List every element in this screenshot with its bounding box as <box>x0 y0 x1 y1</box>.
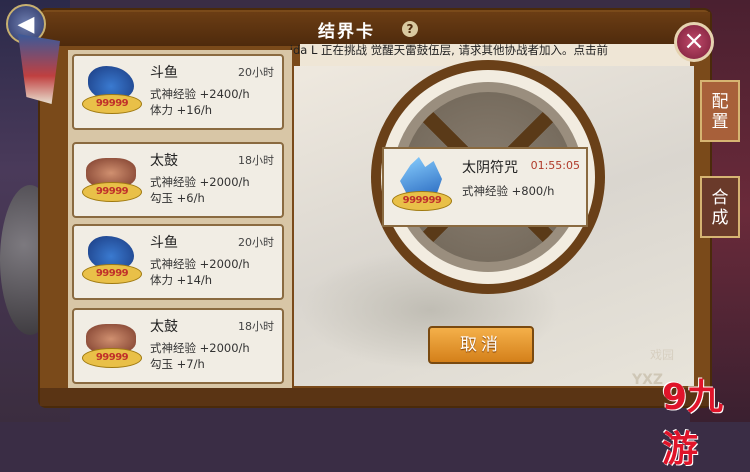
card-item[interactable]: 99999 斗鱼 20小时 式神经验 +2000/h 体力 +14/h <box>72 224 284 300</box>
active-card-bonus: 式神经验 +800/h <box>462 184 555 198</box>
tab-combine[interactable]: 合 成 <box>700 176 740 238</box>
rarity-plate: 99999 <box>82 264 142 284</box>
card-icon: 99999 <box>82 318 142 372</box>
side-tabs: 配 置 合 成 <box>696 80 746 250</box>
card-item[interactable]: 99999 太鼓 18小时 式神经验 +2000/h 勾玉 +6/h <box>72 142 284 218</box>
card-name: 斗鱼 <box>150 65 178 81</box>
card-bonus-extra: 体力 +16/h <box>150 103 213 117</box>
card-icon: 99999 <box>82 234 142 288</box>
tab-config[interactable]: 配 置 <box>700 80 740 142</box>
watermark-small: 戏园 <box>650 348 675 362</box>
card-bonus-extra: 勾玉 +7/h <box>150 357 205 371</box>
rarity-plate: 99999 <box>82 348 142 368</box>
card-icon: 99999 <box>82 64 142 118</box>
card-bonus-exp: 式神经验 +2000/h <box>150 175 250 189</box>
rarity-plate: 99999 <box>82 182 142 202</box>
card-bonus-extra: 勾玉 +6/h <box>150 191 205 205</box>
active-card-timer: 01:55:05 <box>530 159 580 172</box>
rarity-plate: 99999 <box>82 94 142 114</box>
watermark-logo: 9九游 <box>662 377 724 470</box>
card-name: 斗鱼 <box>150 235 178 251</box>
watermark: 戏园 YXZ 9九游 <box>632 344 750 470</box>
active-card[interactable]: 999999 太阴符咒 01:55:05 式神经验 +800/h <box>382 147 588 227</box>
page-title: 结界卡 <box>318 22 375 42</box>
help-icon[interactable]: ? <box>402 21 418 37</box>
card-list[interactable]: 99999 斗鱼 20小时 式神经验 +2400/h 体力 +16/h 9999… <box>68 50 292 388</box>
card-item[interactable]: 99999 太鼓 18小时 式神经验 +2000/h 勾玉 +7/h <box>72 308 284 384</box>
watermark-site: YXZ <box>632 372 664 388</box>
card-bonus-exp: 式神经验 +2000/h <box>150 257 250 271</box>
card-duration: 18小时 <box>238 154 274 167</box>
card-bonus-exp: 式神经验 +2400/h <box>150 87 250 101</box>
title-bar <box>40 12 710 46</box>
card-duration: 18小时 <box>238 320 274 333</box>
card-icon: 999999 <box>392 157 452 213</box>
card-duration: 20小时 <box>238 66 274 79</box>
card-name: 太鼓 <box>150 319 178 335</box>
cancel-button[interactable]: 取消 <box>428 326 534 364</box>
card-name: 太鼓 <box>150 153 178 169</box>
close-button[interactable]: × <box>674 22 714 62</box>
card-bonus-extra: 体力 +14/h <box>150 273 213 287</box>
card-icon: 99999 <box>82 152 142 206</box>
card-duration: 20小时 <box>238 236 274 249</box>
rarity-plate: 999999 <box>392 191 452 211</box>
card-item[interactable]: 99999 斗鱼 20小时 式神经验 +2400/h 体力 +16/h <box>72 54 284 130</box>
card-bonus-exp: 式神经验 +2000/h <box>150 341 250 355</box>
active-card-name: 太阴符咒 <box>462 160 518 176</box>
frame-footer <box>40 388 710 406</box>
